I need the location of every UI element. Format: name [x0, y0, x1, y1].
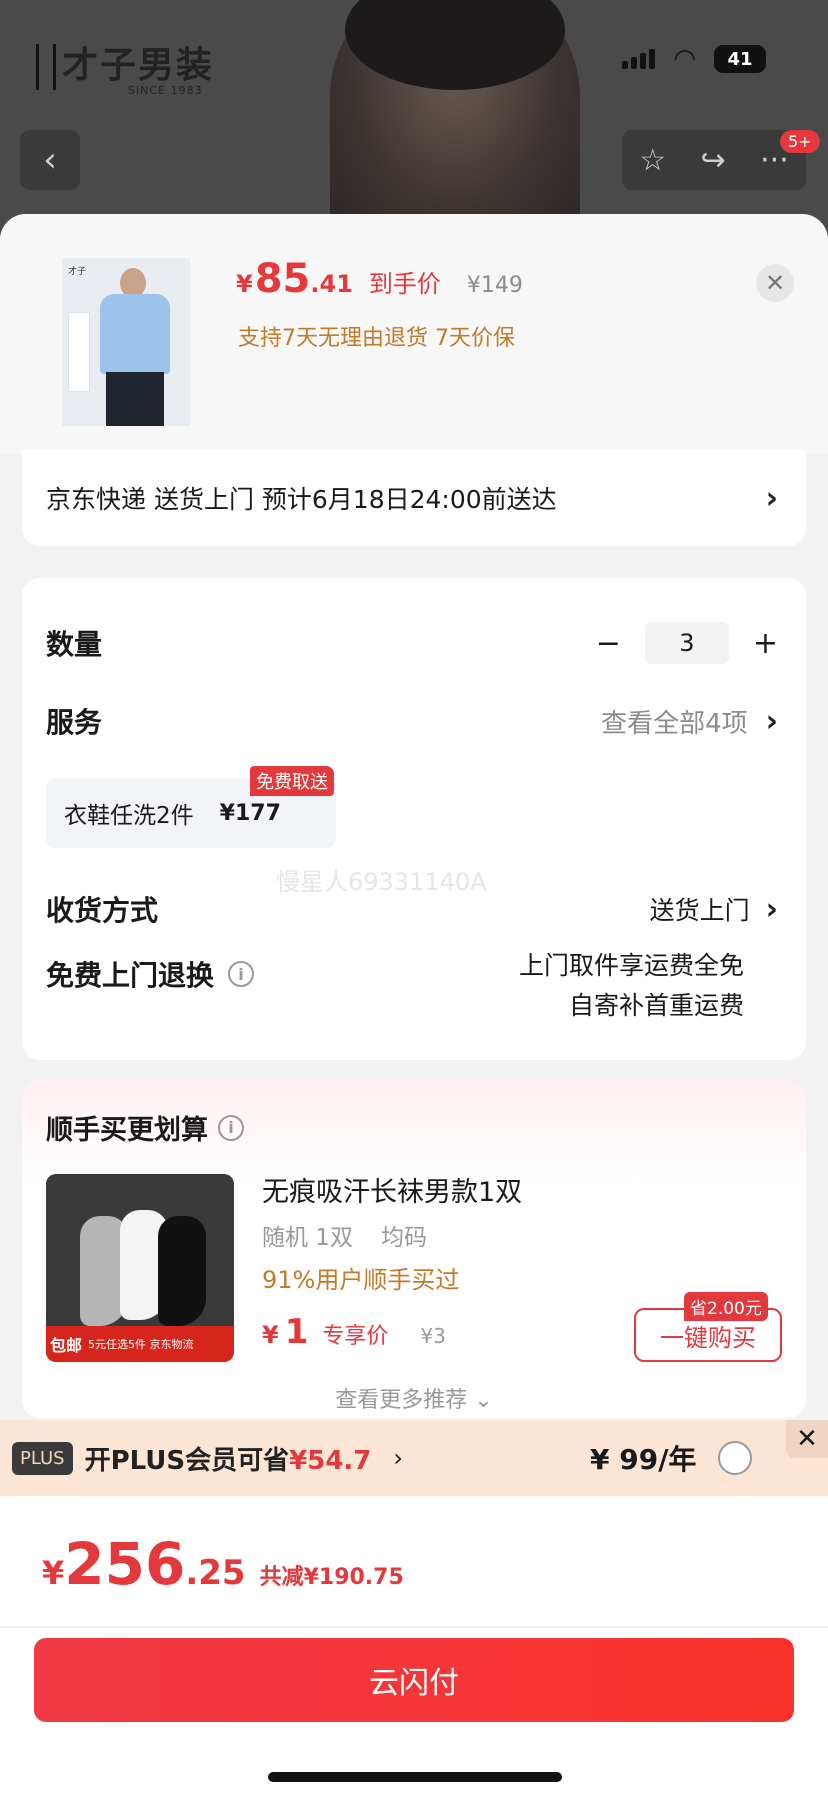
plus-text: 开PLUS会员可省¥54.7 — [85, 1440, 372, 1477]
total-integer: 256 — [64, 1530, 186, 1598]
free-return-label: 免费上门退换 — [46, 959, 215, 992]
plus-button[interactable]: + — [753, 626, 778, 661]
free-shipping-badge: 包邮 — [50, 1336, 83, 1355]
receive-method-row[interactable]: 收货方式 送货上门 › — [46, 886, 778, 932]
price-label: 到手价 — [368, 270, 441, 298]
sheet-header: 才子 ¥ 85 .41 到手价 ¥149 支持7天无理由退货 7天价保 ✕ — [0, 214, 828, 454]
plus-price: ¥ 99/年 — [590, 1443, 697, 1476]
spec-color: 随机 1双 — [262, 1225, 353, 1251]
see-more-recommend-link[interactable]: 查看更多推荐 ⌄ — [22, 1382, 806, 1414]
spec-size: 均码 — [380, 1225, 427, 1251]
total-decimal: .25 — [185, 1553, 246, 1593]
thumb-logo: 才子 — [68, 267, 87, 277]
plus-membership-bar[interactable]: PLUS 开PLUS会员可省¥54.7 › ¥ 99/年 ✕ — [0, 1420, 828, 1496]
receive-method-value: 送货上门 › — [650, 891, 778, 927]
free-return-line2: 自寄补首重运费 — [568, 991, 744, 1020]
recommend-item-bought: 91%用户顺手买过 — [262, 1266, 460, 1294]
service-label: 服务 — [46, 706, 103, 739]
quantity-stepper: − 3 + — [596, 622, 778, 664]
info-icon[interactable]: i — [218, 1114, 244, 1141]
delivery-text: 京东快递 送货上门 预计6月18日24:00前送达 — [46, 485, 557, 514]
service-promise: 支持7天无理由退货 7天价保 — [238, 326, 515, 351]
service-option-name: 衣鞋任洗2件 — [64, 803, 194, 829]
promo-note: 5元任选5件 京东物流 — [88, 1338, 194, 1351]
chevron-right-icon: › — [765, 891, 778, 927]
battery-indicator: 41 — [714, 45, 766, 73]
purchase-sheet: 才子 ¥ 85 .41 到手价 ¥149 支持7天无理由退货 7天价保 ✕ 京东… — [0, 214, 828, 1796]
thumb-tags — [68, 312, 90, 392]
image-promo-banner: 包邮 5元任选5件 京东物流 — [46, 1326, 234, 1362]
plus-select-radio[interactable] — [718, 1441, 752, 1475]
service-view-all[interactable]: 查看全部4项 › — [601, 703, 778, 740]
plus-tag: PLUS — [12, 1441, 73, 1475]
free-return-line1: 上门取件享运费全免 — [518, 951, 744, 980]
close-icon: ✕ — [764, 269, 786, 297]
back-button[interactable]: ‹ — [20, 130, 80, 190]
plus-save-amount: ¥54.7 — [289, 1445, 372, 1476]
share-icon[interactable]: ↪ — [701, 143, 726, 178]
pay-button[interactable]: 云闪付 — [34, 1638, 794, 1722]
original-price: ¥149 — [466, 273, 523, 298]
chevron-right-icon: › — [765, 703, 778, 739]
quantity-input[interactable]: 3 — [644, 622, 729, 664]
service-row: 服务 查看全部4项 › — [46, 698, 778, 744]
recommend-item-image[interactable]: 包邮 5元任选5件 京东物流 — [46, 1174, 234, 1362]
recommend-item-name[interactable]: 无痕吸汗长袜男款1双 — [262, 1170, 522, 1209]
price-label: 专享价 — [322, 1324, 389, 1349]
brand-logo: 才子男装 SINCE 1983 — [36, 36, 214, 97]
brand-figure-icon — [36, 44, 56, 90]
wifi-icon: ◠ — [673, 44, 696, 74]
recommend-item-price: ¥ 1 专享价 ¥3 — [262, 1312, 446, 1352]
free-return-desc: 上门取件享运费全免 自寄补首重运费 — [519, 946, 744, 1026]
chevron-right-icon: › — [393, 1444, 403, 1472]
quantity-label: 数量 — [46, 628, 103, 661]
plus-text-prefix: 开PLUS会员可省 — [84, 1445, 290, 1476]
info-icon[interactable]: i — [228, 961, 255, 987]
receive-method-label: 收货方式 — [46, 894, 159, 927]
total-discount: 共减¥190.75 — [259, 1565, 404, 1590]
recommend-item-spec: 随机 1双 均码 — [262, 1218, 427, 1252]
total-symbol: ¥ — [42, 1554, 65, 1592]
product-price: ¥ 85 .41 到手价 ¥149 — [236, 256, 523, 302]
close-button[interactable]: ✕ — [756, 264, 794, 302]
recommend-title: 顺手买更划算 i — [46, 1108, 244, 1147]
close-icon[interactable]: ✕ — [786, 1420, 828, 1458]
recommend-title-text: 顺手买更划算 — [46, 1115, 208, 1146]
thumb-shirt — [100, 294, 170, 374]
price-decimal: .41 — [310, 270, 353, 298]
product-thumbnail[interactable]: 才子 — [62, 258, 190, 426]
chevron-right-icon: › — [765, 480, 778, 516]
options-card: 数量 − 3 + 服务 查看全部4项 › 衣鞋任洗2件 ¥177 免费取送 慢星… — [22, 578, 806, 1060]
quantity-row: 数量 − 3 + — [46, 620, 778, 666]
message-badge: 5+ — [780, 130, 820, 153]
total-price: ¥ 256 .25 共减¥190.75 — [42, 1530, 404, 1598]
free-return-title: 免费上门退换 i — [46, 954, 255, 994]
service-option-price: ¥177 — [219, 800, 281, 826]
save-tag: 省2.00元 — [684, 1292, 768, 1321]
delivery-row[interactable]: 京东快递 送货上门 预计6月18日24:00前送达 › — [22, 450, 806, 546]
price-symbol: ¥ — [236, 270, 253, 298]
signal-icon — [622, 49, 656, 69]
brand-since: SINCE 1983 — [128, 84, 203, 97]
chevron-left-icon: ‹ — [43, 140, 57, 180]
recommend-card: 顺手买更划算 i 包邮 5元任选5件 京东物流 无痕吸汗长袜男款1双 随机 1双… — [22, 1080, 806, 1418]
top-actions: ☆ ↪ ··· — [622, 130, 806, 190]
price-symbol: ¥ — [262, 1321, 279, 1349]
checkout-footer: ¥ 256 .25 共减¥190.75 云闪付 — [0, 1496, 828, 1796]
price-integer: 85 — [254, 256, 311, 302]
free-return-row: 免费上门退换 i 上门取件享运费全免 自寄补首重运费 — [46, 946, 778, 1036]
thumb-pants — [106, 372, 164, 426]
receive-method-text: 送货上门 — [649, 896, 750, 925]
service-link-text: 查看全部4项 — [601, 708, 748, 739]
original-price: ¥3 — [420, 1324, 446, 1348]
divider — [0, 1626, 828, 1628]
status-bar: ◠ 41 — [622, 44, 766, 74]
free-pickup-tag: 免费取送 — [250, 766, 334, 796]
home-indicator — [268, 1772, 562, 1782]
brand-name: 才子男装 — [62, 45, 215, 86]
price-value: 1 — [284, 1312, 309, 1352]
minus-button[interactable]: − — [596, 626, 621, 661]
star-icon[interactable]: ☆ — [639, 143, 666, 178]
sock-black — [158, 1216, 206, 1326]
